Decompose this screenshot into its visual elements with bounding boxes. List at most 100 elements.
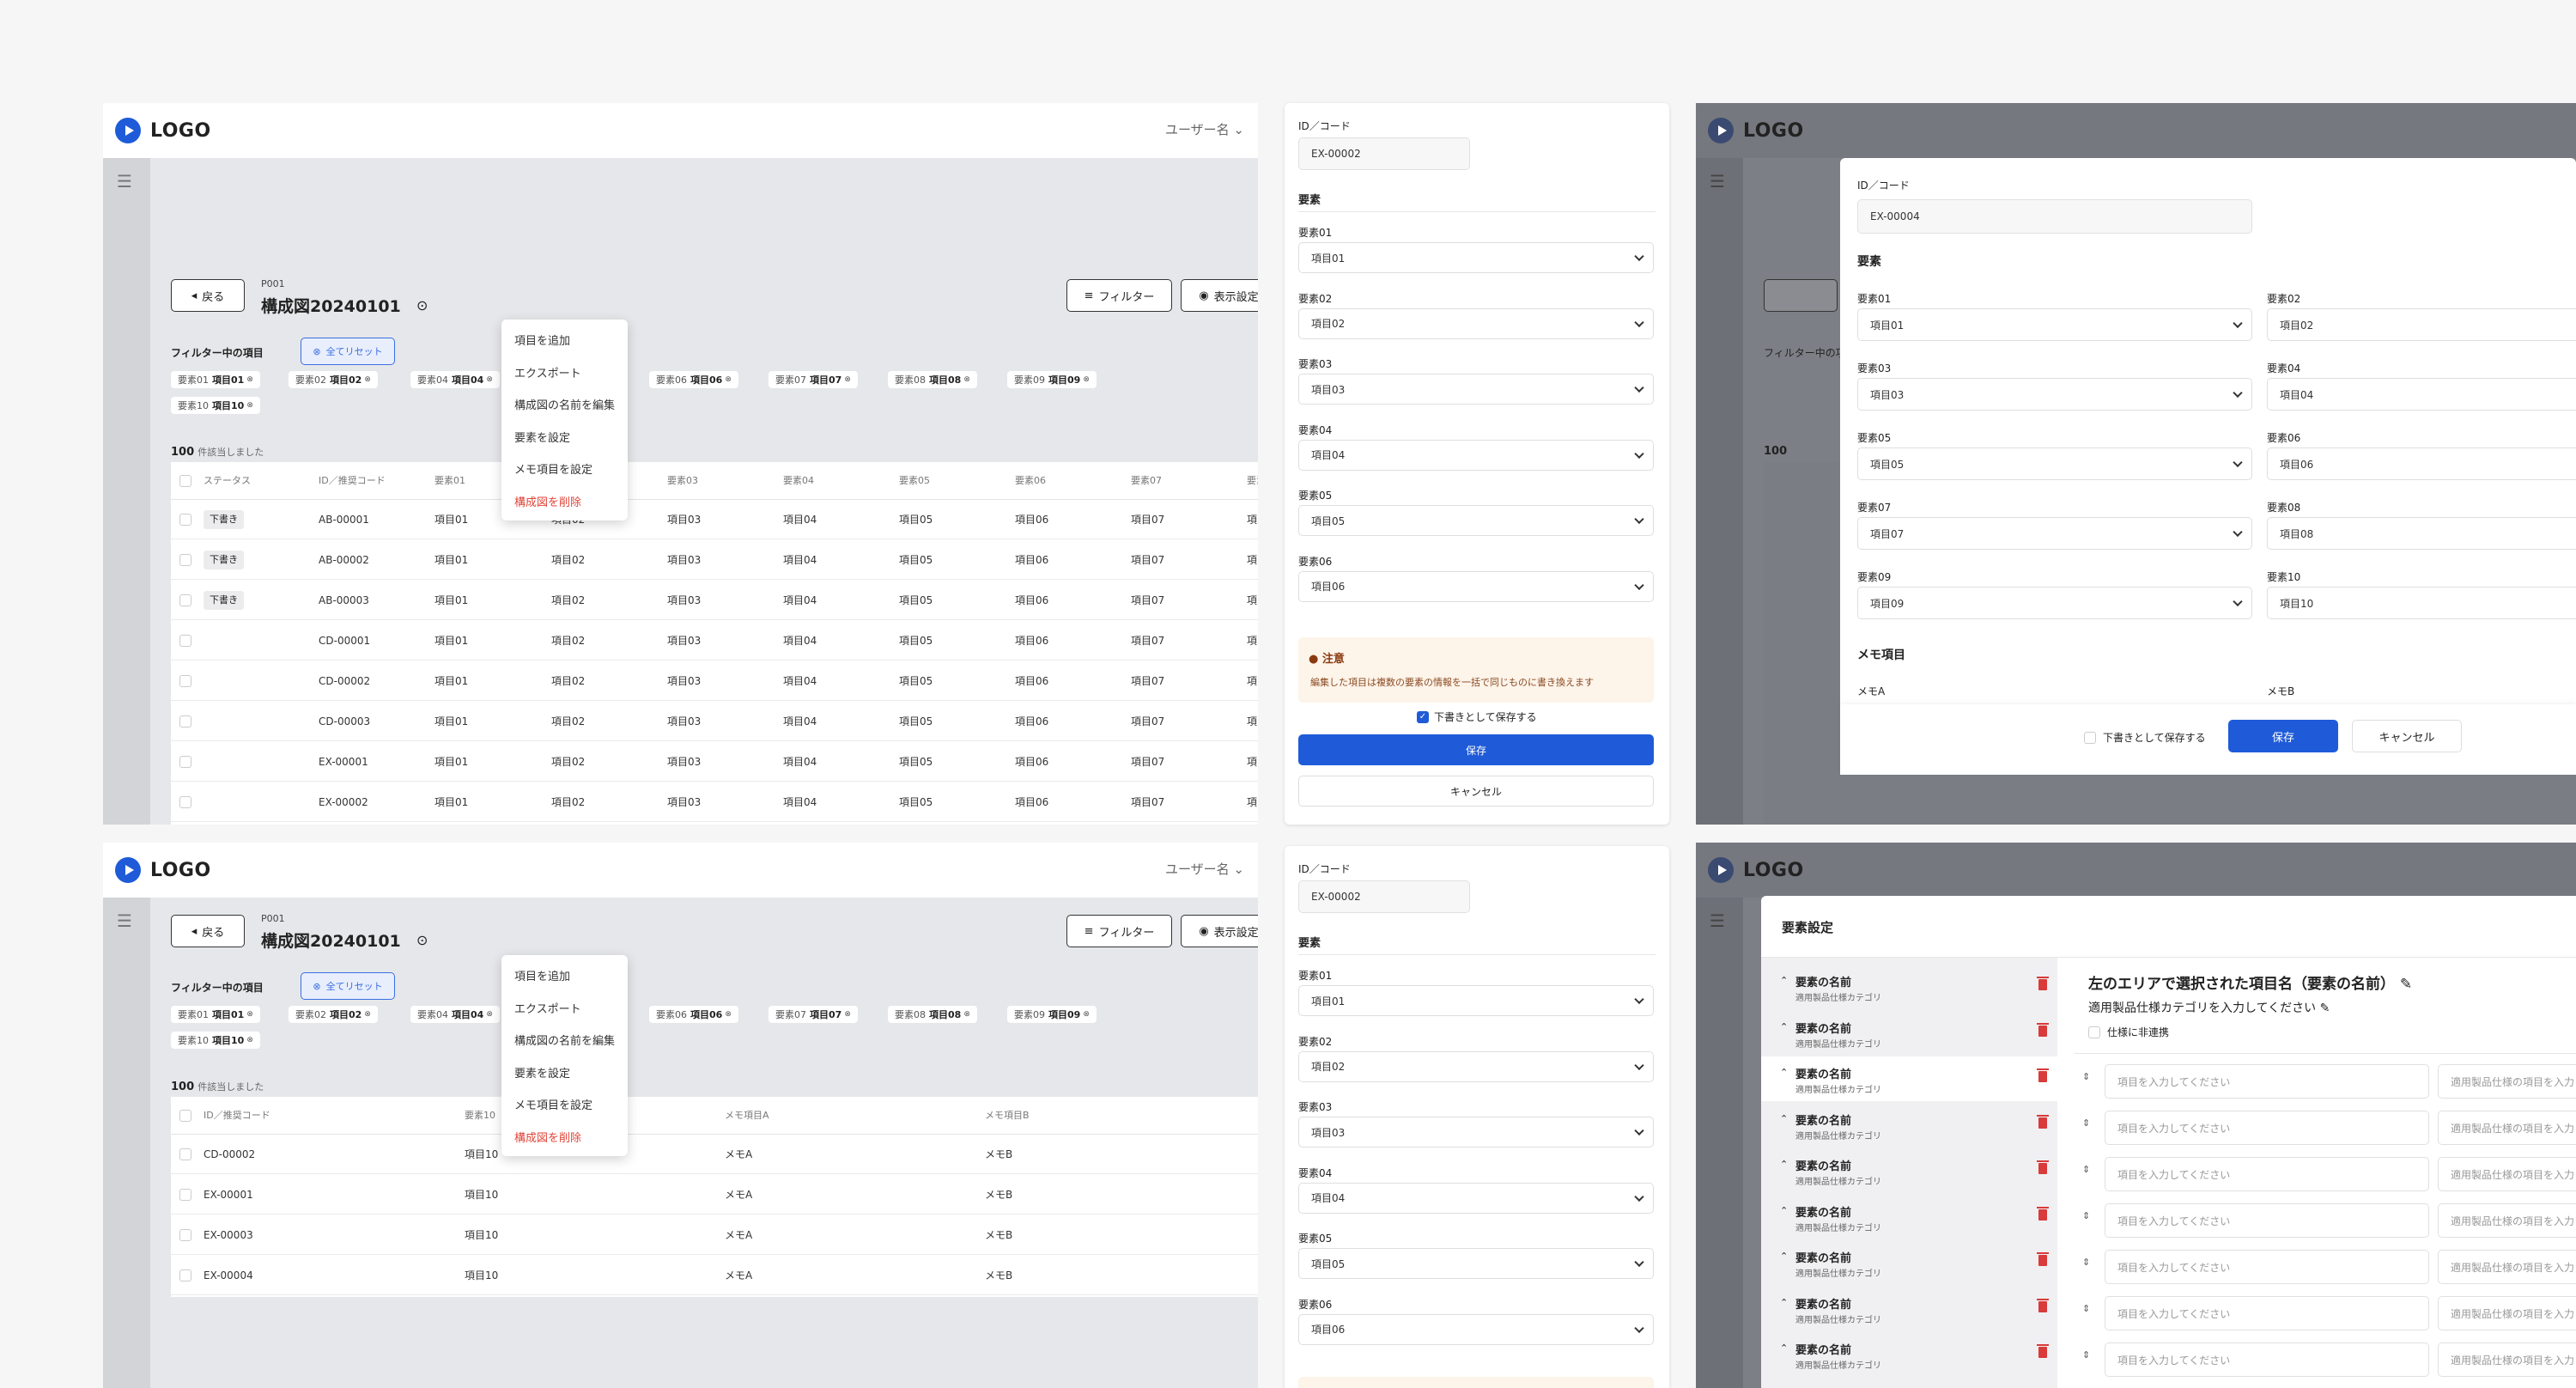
back-button[interactable]: ◂ 戻る <box>171 279 245 312</box>
id-field[interactable]: EX-00002 <box>1298 137 1470 170</box>
row-checkbox[interactable] <box>179 796 191 808</box>
row-checkbox[interactable] <box>179 635 191 647</box>
close-icon[interactable]: ⊗ <box>246 375 253 384</box>
collapse-icon[interactable]: ⌃ <box>1780 1297 1788 1308</box>
reorder-icon[interactable]: ⇕ <box>2082 1071 2090 1082</box>
filter-chip[interactable]: 要素08 項目08 ⊗ <box>888 1006 977 1023</box>
menu-item[interactable]: 要素を設定 <box>514 1064 570 1081</box>
field-select[interactable]: 項目04 <box>2267 378 2576 411</box>
table-row[interactable]: CD-00003 項目01 項目02 項目03 項目04 項目05 項目06 項目07 項目08 <box>171 702 1258 741</box>
reset-button[interactable]: ⊗ 全てリセット <box>301 972 395 1000</box>
table-row[interactable]: EX-00001 項目10 メモA メモB <box>171 1175 1258 1214</box>
filter-button[interactable]: ≡ フィルター <box>1066 915 1172 947</box>
trash-icon[interactable] <box>2037 1252 2049 1266</box>
spec-input[interactable]: 適用製品仕様の項目を入力 <box>2438 1296 2576 1330</box>
field-select[interactable]: 項目03 <box>1857 378 2252 411</box>
collapse-icon[interactable]: ⌃ <box>1780 975 1788 986</box>
collapse-icon[interactable]: ⌃ <box>1780 1021 1788 1032</box>
spec-input[interactable]: 適用製品仕様の項目を入力 <box>2438 1157 2576 1191</box>
column-header[interactable]: ステータス <box>204 462 251 500</box>
trash-icon[interactable] <box>2037 1022 2049 1037</box>
column-header[interactable]: 要素04 <box>783 462 814 500</box>
menu-item[interactable]: エクスポート <box>514 364 581 380</box>
table-row[interactable]: EX-00002 項目01 項目02 項目03 項目04 項目05 項目06 項目07 項目08 <box>171 782 1258 822</box>
trash-icon[interactable] <box>2037 1160 2049 1174</box>
tree-item[interactable]: ⌃ 要素の名前 適用製品仕様カテゴリ <box>1761 1332 2057 1377</box>
column-header[interactable]: 要素01 <box>434 462 465 500</box>
table-row[interactable]: CD-00002 項目01 項目02 項目03 項目04 項目05 項目06 項目07 項目08 <box>171 661 1258 701</box>
tree-item[interactable]: ⌃ 要素の名前 適用製品仕様カテゴリ <box>1761 965 2057 1009</box>
close-icon[interactable]: ⊗ <box>486 375 493 384</box>
display-settings-button[interactable]: ◉ 表示設定 <box>1181 915 1258 947</box>
filter-chip[interactable]: 要素08 項目08 ⊗ <box>888 371 977 388</box>
filter-chip[interactable]: 要素10 項目10 ⊗ <box>171 397 260 414</box>
user-menu[interactable]: ユーザー名 ⌄ <box>1165 120 1244 138</box>
close-icon[interactable]: ⊗ <box>364 375 371 384</box>
menu-item[interactable]: 構成図の名前を編集 <box>514 396 615 412</box>
field-select[interactable]: 項目09 <box>1857 587 2252 619</box>
row-checkbox[interactable] <box>179 1269 191 1281</box>
settings-sliders-icon[interactable]: ☰ <box>117 171 132 192</box>
tree-item[interactable]: ⌃ 要素の名前 適用製品仕様カテゴリ <box>1761 1287 2057 1331</box>
field-select[interactable]: 項目08 <box>2267 517 2576 550</box>
id-field[interactable]: EX-00002 <box>1298 880 1470 913</box>
reset-button[interactable]: ⊗ 全てリセット <box>301 338 395 365</box>
menu-item[interactable]: メモ項目を設定 <box>514 460 592 477</box>
field-select[interactable]: 項目05 <box>1298 1248 1654 1279</box>
column-header[interactable]: 要素05 <box>899 462 930 500</box>
trash-icon[interactable] <box>2037 1114 2049 1129</box>
spec-input[interactable]: 適用製品仕様の項目を入力 <box>2438 1203 2576 1238</box>
close-icon[interactable]: ⊗ <box>844 1010 851 1019</box>
reorder-icon[interactable]: ⇕ <box>2082 1117 2090 1129</box>
column-header[interactable]: 要素08 <box>1247 462 1258 500</box>
menu-item[interactable]: 構成図を削除 <box>514 1129 581 1145</box>
filter-chip[interactable]: 要素06 項目06 ⊗ <box>649 1006 738 1023</box>
edit-icon[interactable]: ✎ <box>2320 1001 2330 1015</box>
column-header[interactable]: 要素03 <box>667 462 698 500</box>
item-input[interactable]: 項目を入力してください <box>2105 1296 2429 1330</box>
trash-icon[interactable] <box>2037 1344 2049 1358</box>
close-icon[interactable]: ⊗ <box>364 1010 371 1019</box>
filter-chip[interactable]: 要素01 項目01 ⊗ <box>171 1006 260 1023</box>
collapse-icon[interactable]: ⌃ <box>1780 1205 1788 1216</box>
spec-input[interactable]: 適用製品仕様の項目を入力 <box>2438 1342 2576 1377</box>
filter-button[interactable]: ≡ フィルター <box>1066 279 1172 312</box>
menu-item[interactable]: エクスポート <box>514 1000 581 1016</box>
row-checkbox[interactable] <box>179 594 191 606</box>
reorder-icon[interactable]: ⇕ <box>2082 1303 2090 1314</box>
item-input[interactable]: 項目を入力してください <box>2105 1342 2429 1377</box>
field-select[interactable]: 項目06 <box>1298 570 1654 602</box>
draft-checkbox[interactable]: 下書きとして保存する <box>2084 730 2206 745</box>
tree-item[interactable]: ⌃ 要素の名前 適用製品仕様カテゴリ <box>1761 1011 2057 1056</box>
field-select[interactable]: 項目06 <box>2267 447 2576 480</box>
user-menu[interactable]: ユーザー名 ⌄ <box>1165 860 1244 878</box>
column-header[interactable]: 要素07 <box>1131 462 1162 500</box>
field-select[interactable]: 項目03 <box>1298 374 1654 405</box>
collapse-icon[interactable]: ⌃ <box>1780 1113 1788 1124</box>
collapse-icon[interactable]: ⌃ <box>1780 1067 1788 1078</box>
reorder-icon[interactable]: ⇕ <box>2082 1257 2090 1268</box>
row-checkbox[interactable] <box>179 1148 191 1160</box>
column-header[interactable]: メモ項目A <box>725 1097 769 1135</box>
close-icon[interactable]: ⊗ <box>246 1010 253 1019</box>
back-button[interactable]: ◂ 戻る <box>171 915 245 947</box>
filter-chip[interactable]: 要素01 項目01 ⊗ <box>171 371 260 388</box>
tree-item[interactable]: ⌃ 要素の名前 適用製品仕様カテゴリ <box>1761 1240 2057 1285</box>
collapse-icon[interactable]: ⌃ <box>1780 1159 1788 1170</box>
field-select[interactable]: 項目10 <box>2267 587 2576 619</box>
field-select[interactable]: 項目05 <box>1857 447 2252 480</box>
unlink-checkbox[interactable]: 仕様に非連携 <box>2088 1025 2169 1039</box>
column-header[interactable]: メモ項目B <box>985 1097 1030 1135</box>
table-row[interactable]: EX-00001 項目01 項目02 項目03 項目04 項目05 項目06 項目07 項目08 <box>171 742 1258 782</box>
item-input[interactable]: 項目を入力してください <box>2105 1157 2429 1191</box>
menu-item[interactable]: 項目を追加 <box>514 332 570 348</box>
close-icon[interactable]: ⊗ <box>246 1036 253 1044</box>
filter-chip[interactable]: 要素02 項目02 ⊗ <box>289 371 378 388</box>
close-icon[interactable]: ⊗ <box>963 1010 970 1019</box>
field-select[interactable]: 項目06 <box>1298 1313 1654 1345</box>
reorder-icon[interactable]: ⇕ <box>2082 1349 2090 1361</box>
menu-item[interactable]: 要素を設定 <box>514 429 570 445</box>
filter-chip[interactable]: 要素10 項目10 ⊗ <box>171 1032 260 1049</box>
field-select[interactable]: 項目07 <box>1857 517 2252 550</box>
tree-item[interactable]: ⌃ 要素の名前 適用製品仕様カテゴリ <box>1761 1195 2057 1239</box>
